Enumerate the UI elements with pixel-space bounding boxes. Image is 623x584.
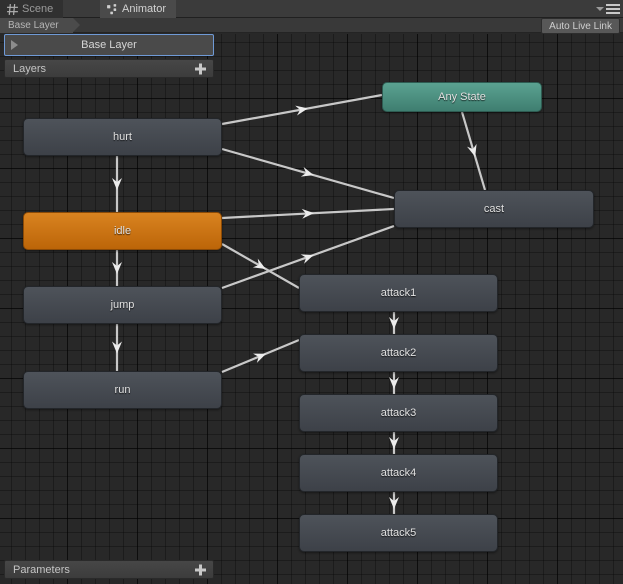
layers-panel: Base Layer Layers [0,34,218,78]
breadcrumb-label: Base Layer [8,20,59,31]
state-node-label: jump [110,299,135,311]
transition-arrow-hurt-to-cast[interactable] [300,167,315,180]
animator-graph-icon [107,3,117,14]
window-options-menu[interactable] [592,2,620,16]
state-node-label: idle [113,225,132,237]
animator-graph-canvas[interactable]: Any State hurt cast idle jump attack1 attack2 r… [0,34,623,584]
layers-section-label: Layers [13,62,47,75]
transition-arrow-anystate-to-cast[interactable] [467,143,480,158]
layer-item-base-layer[interactable]: Base Layer [4,34,214,56]
state-node-idle[interactable]: idle [23,212,222,250]
state-node-label: attack4 [380,467,417,479]
chevron-down-icon [596,7,604,11]
state-node-cast[interactable]: cast [394,190,594,228]
state-node-run[interactable]: run [23,371,222,409]
state-node-label: attack3 [380,407,417,419]
state-node-hurt[interactable]: hurt [23,118,222,156]
triangle-right-icon[interactable] [11,40,18,50]
add-layer-button[interactable] [195,63,206,74]
hamburger-menu-icon [606,4,620,14]
transition-arrow-run-to-attack2[interactable] [253,349,268,363]
state-node-attack5[interactable]: attack5 [299,514,498,552]
state-node-label: attack5 [380,527,417,539]
transition-arrow-jump-to-cast[interactable] [300,250,316,264]
state-node-attack1[interactable]: attack1 [299,274,498,312]
tab-scene-label: Scene [22,3,54,15]
grid-icon [7,3,18,15]
state-node-attack2[interactable]: attack2 [299,334,498,372]
state-node-label: hurt [113,131,132,143]
tab-animator[interactable]: Animator [100,0,177,18]
tab-animator-label: Animator [122,3,167,15]
state-node-label: Any State [438,91,486,103]
state-node-label: run [114,384,131,396]
state-node-jump[interactable]: jump [23,286,222,324]
state-node-label: attack1 [380,287,417,299]
add-parameter-button[interactable] [195,564,206,575]
layers-section-header[interactable]: Layers [4,59,214,78]
breadcrumb-item-base-layer[interactable]: Base Layer [0,18,80,33]
auto-live-link-label: Auto Live Link [549,20,612,32]
tab-scene[interactable]: Scene [0,0,64,18]
state-node-label: attack2 [380,347,417,359]
animator-window: Scene Animator Base Layer Any State hurt… [0,0,623,584]
window-tab-bar: Scene Animator [0,0,623,18]
auto-live-link-button[interactable]: Auto Live Link [541,18,620,34]
layer-item-label: Base Layer [81,39,137,51]
parameters-section-header[interactable]: Parameters [4,560,214,579]
state-node-attack3[interactable]: attack3 [299,394,498,432]
state-node-anystate[interactable]: Any State [382,82,542,112]
parameters-section-label: Parameters [13,563,70,576]
state-node-label: cast [483,203,505,215]
state-node-attack4[interactable]: attack4 [299,454,498,492]
breadcrumb-bar: Base Layer [0,18,623,33]
